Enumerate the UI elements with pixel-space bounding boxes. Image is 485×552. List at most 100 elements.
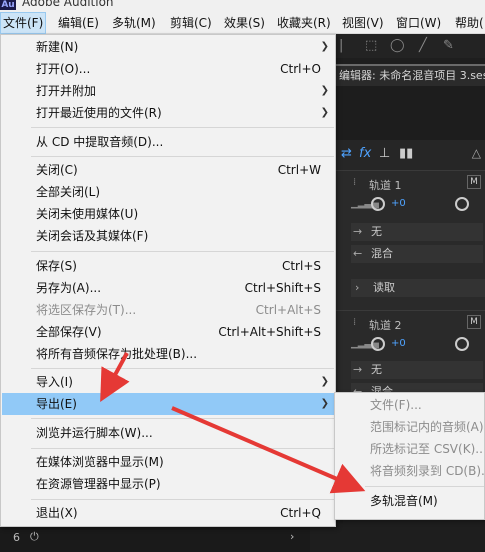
- menu-help[interactable]: 帮助(: [455, 12, 484, 34]
- track-1-input-row[interactable]: → 无: [351, 223, 483, 241]
- track-1-output-row[interactable]: ← 混合: [351, 245, 483, 263]
- menu-item-exit[interactable]: 退出(X) Ctrl+Q: [2, 502, 335, 524]
- app-title: Adobe Audition: [22, 0, 114, 9]
- menu-separator: [31, 127, 334, 128]
- pencil-icon[interactable]: ✎: [443, 38, 454, 53]
- track-2-volume-knob[interactable]: [371, 337, 385, 351]
- file-menu: 新建(N) ❯ 打开(O)... Ctrl+O 打开并附加 ❯ 打开最近使用的文件(R…: [0, 34, 336, 527]
- menu-item-label: 导出(E): [36, 397, 77, 411]
- menu-item-close-session[interactable]: 关闭会话及其媒体(F): [2, 225, 335, 247]
- menu-edit[interactable]: 编辑(E): [58, 12, 99, 34]
- menu-item-label: 打开最近使用的文件(R): [36, 106, 162, 120]
- menu-item-label: 打开(O)...: [36, 62, 91, 76]
- menu-effects[interactable]: 效果(S): [224, 12, 265, 34]
- marquee-tool-icon[interactable]: |: [339, 38, 343, 53]
- chevron-right-icon: ❯: [320, 85, 329, 96]
- time-selection-icon[interactable]: ⬚: [365, 38, 377, 53]
- menu-separator: [365, 486, 484, 487]
- chevron-right-icon[interactable]: ›: [290, 530, 294, 543]
- track-1-volume-value: +0: [391, 198, 406, 209]
- menu-item-label: 全部关闭(L): [36, 185, 101, 199]
- menu-item-label: 保存(S): [36, 259, 77, 273]
- input-output-icon[interactable]: ⇄: [341, 146, 352, 161]
- menu-item-reveal-media-browser[interactable]: 在媒体浏览器中显示(M): [2, 451, 335, 473]
- menu-item-label: 关闭未使用媒体(U): [36, 207, 139, 221]
- menu-item-new[interactable]: 新建(N) ❯: [2, 36, 335, 58]
- track-1-volume-knob[interactable]: [371, 197, 385, 211]
- fx-label[interactable]: fx: [359, 146, 371, 161]
- menu-clip[interactable]: 剪辑(C): [170, 12, 212, 34]
- track-1-name[interactable]: 轨道 1: [369, 177, 402, 193]
- menu-item-label: 浏览并运行脚本(W)...: [36, 426, 153, 440]
- track-1-pan-knob[interactable]: [455, 197, 469, 211]
- menu-window[interactable]: 窗口(W): [396, 12, 441, 34]
- lasso-icon[interactable]: ◯: [390, 38, 405, 53]
- track-2-volume-value: +0: [391, 338, 406, 349]
- app-logo: Au: [0, 0, 16, 10]
- submenu-item-multitrack-mixdown[interactable]: 多轨混音(M): [335, 490, 484, 512]
- track-2-name[interactable]: 轨道 2: [369, 317, 402, 333]
- submenu-item-range-marker-audio: 范围标记内的音频(A)...: [370, 420, 485, 434]
- power-icon[interactable]: ⏻: [30, 530, 39, 544]
- menu-item-shortcut: Ctrl+Alt+Shift+S: [218, 325, 321, 339]
- menu-item-export[interactable]: 导出(E) ❯: [2, 393, 335, 415]
- chevron-right-icon: ❯: [320, 398, 329, 409]
- menu-item-open-recent[interactable]: 打开最近使用的文件(R) ❯: [2, 102, 335, 124]
- menu-favorites[interactable]: 收藏夹(R): [277, 12, 331, 34]
- menu-item-import[interactable]: 导入(I) ❯: [2, 371, 335, 393]
- menu-item-label: 从 CD 中提取音频(D)...: [36, 135, 164, 149]
- menu-item-run-script[interactable]: 浏览并运行脚本(W)...: [2, 422, 335, 444]
- submenu-item-markers-csv: 所选标记至 CSV(K)...: [370, 442, 485, 456]
- menu-item-open-append[interactable]: 打开并附加 ❯: [2, 80, 335, 102]
- menu-file[interactable]: 文件(F): [0, 12, 47, 34]
- menu-item-label: 导入(I): [36, 375, 73, 389]
- menu-item-extract-cd[interactable]: 从 CD 中提取音频(D)...: [2, 131, 335, 153]
- menu-item-reveal-explorer[interactable]: 在资源管理器中显示(P): [2, 473, 335, 495]
- eq-icon[interactable]: ▮▮: [399, 146, 413, 161]
- tool-bar: | ⬚ ◯ ╱ ✎: [335, 34, 485, 58]
- track-2-pan-knob[interactable]: [455, 337, 469, 351]
- menu-item-shortcut: Ctrl+O: [280, 62, 321, 76]
- brush-icon[interactable]: ╱: [419, 38, 427, 53]
- submenu-item-file: 文件(F)...: [370, 398, 422, 412]
- menu-separator: [31, 499, 334, 500]
- menu-item-shortcut: Ctrl+S: [281, 259, 321, 273]
- menu-item-save[interactable]: 保存(S) Ctrl+S: [2, 255, 335, 277]
- editor-panel: [335, 86, 485, 140]
- input-arrow-icon: →: [353, 225, 363, 238]
- menu-item-label: 在媒体浏览器中显示(M): [36, 455, 164, 469]
- menu-item-close-unused[interactable]: 关闭未使用媒体(U): [2, 203, 335, 225]
- track-controls-bar: ⇄ fx ⊥ ▮▮ △: [335, 140, 485, 170]
- menu-view[interactable]: 视图(V): [342, 12, 384, 34]
- automation-read-row[interactable]: › 读取: [351, 279, 485, 297]
- bottom-track-strip: 6 ⏻ ›: [0, 527, 310, 552]
- submenu-item-burn-cd: 将音频刻录到 CD(B)...: [370, 464, 485, 478]
- menu-item-batch-save[interactable]: 将所有音频保存为批处理(B)...: [2, 343, 335, 365]
- menu-item-label: 全部保存(V): [36, 325, 102, 339]
- menu-item-save-as[interactable]: 另存为(A)... Ctrl+Shift+S: [2, 277, 335, 299]
- menu-item-save-all[interactable]: 全部保存(V) Ctrl+Alt+Shift+S: [2, 321, 335, 343]
- menu-item-shortcut: Ctrl+W: [277, 163, 321, 177]
- menu-item-shortcut: Ctrl+Alt+S: [255, 303, 321, 317]
- automation-mode-value: 读取: [373, 281, 395, 294]
- track-2-input-row[interactable]: → 无: [351, 361, 483, 379]
- track-grip-icon[interactable]: ⁞: [353, 177, 356, 188]
- sends-icon[interactable]: ⊥: [379, 146, 390, 161]
- track-1-input-value: 无: [371, 225, 382, 238]
- menu-multitrack[interactable]: 多轨(M): [112, 12, 156, 34]
- chevron-right-icon: ❯: [320, 376, 329, 387]
- track-grip-icon[interactable]: ⁞: [353, 317, 356, 328]
- menu-item-shortcut: Ctrl+Q: [280, 506, 321, 520]
- menu-item-close-all[interactable]: 全部关闭(L): [2, 181, 335, 203]
- editor-tab[interactable]: 编辑器: 未命名混音项目 3.ses: [335, 64, 485, 86]
- menu-separator: [31, 156, 334, 157]
- metronome-icon[interactable]: △: [472, 146, 481, 160]
- menu-separator: [31, 448, 334, 449]
- track-1-mute-button[interactable]: M: [467, 175, 481, 189]
- menu-separator: [31, 418, 334, 419]
- menu-item-close[interactable]: 关闭(C) Ctrl+W: [2, 159, 335, 181]
- track-2-input-value: 无: [371, 363, 382, 376]
- menu-item-label: 打开并附加: [36, 84, 97, 98]
- track-2-mute-button[interactable]: M: [467, 315, 481, 329]
- menu-item-open[interactable]: 打开(O)... Ctrl+O: [2, 58, 335, 80]
